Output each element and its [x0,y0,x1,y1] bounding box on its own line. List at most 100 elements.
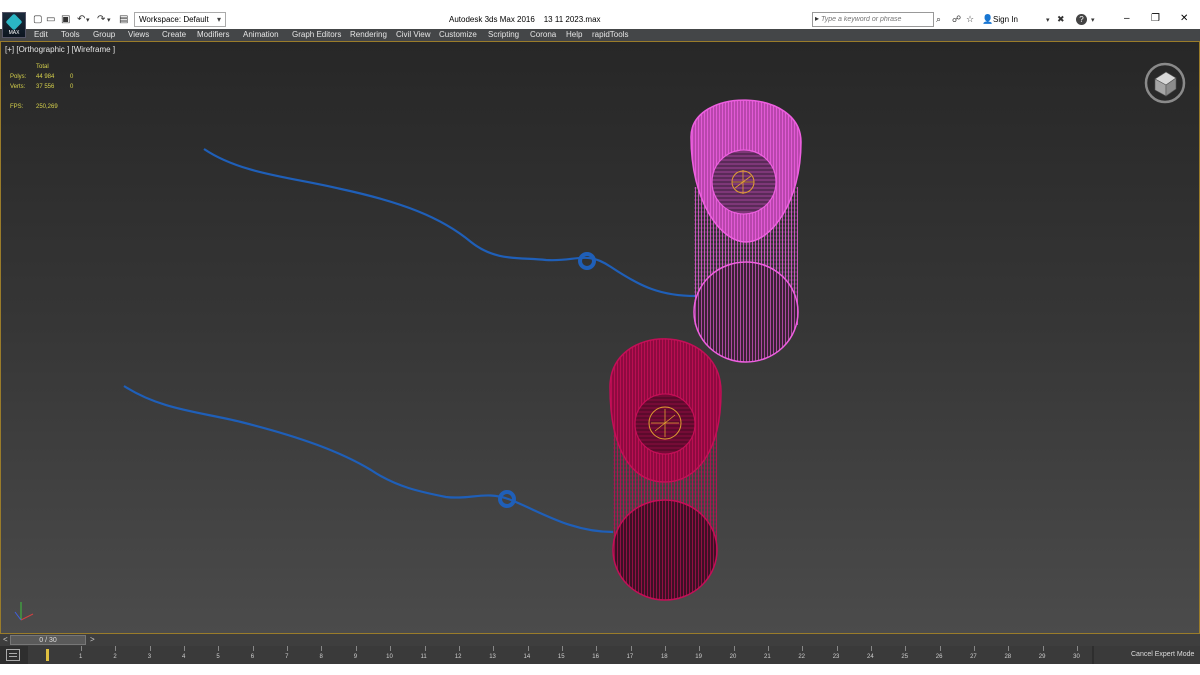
close-icon[interactable]: ✕ [1180,13,1188,24]
chevron-down-icon: ▾ [216,15,221,24]
search-input[interactable] [821,14,931,25]
project-folder-icon[interactable]: ▤ [119,14,128,25]
track-tick-mark [802,646,804,651]
binoculars-icon[interactable]: ⌕ [936,14,941,25]
open-file-icon[interactable]: ▭ [46,14,55,25]
menu-rendering[interactable]: Rendering [350,30,387,39]
track-tick-label: 9 [353,654,358,660]
track-tick-label: 29 [1038,654,1046,660]
window-title: Autodesk 3ds Max 2016 13 11 2023.max [449,15,601,24]
menu-help[interactable]: Help [566,30,582,39]
track-tick-mark [424,646,426,651]
wireframe-object-magenta[interactable] [690,99,802,363]
cancel-expert-mode-button[interactable]: Cancel Expert Mode [1094,646,1200,664]
track-tick-mark [390,646,392,651]
spline-upper-vertex[interactable] [578,252,596,270]
track-tick-mark [871,646,873,651]
wireframe-object-crimson[interactable] [609,338,722,601]
track-tick-mark [149,646,151,651]
track-tick-label: 3 [147,654,152,660]
redo-dropdown-icon[interactable]: ▾ [107,16,111,24]
track-tick-label: 2 [113,654,117,660]
orthographic-viewport[interactable]: [+] [Orthographic ] [Wireframe ] Total P… [0,41,1200,634]
sign-in-dropdown-icon[interactable]: ▾ [1046,16,1050,24]
minimize-icon[interactable]: – [1124,13,1130,24]
menu-tools[interactable]: Tools [61,30,80,39]
stats-fps-label: FPS: [10,104,24,110]
application-menu-button[interactable]: MAX [2,12,26,38]
menu-scripting[interactable]: Scripting [488,30,519,39]
exchange-apps-icon[interactable]: ✖ [1057,14,1065,25]
menu-create[interactable]: Create [162,30,186,39]
undo-dropdown-icon[interactable]: ▾ [86,16,90,24]
stats-verts-value: 37 556 [36,84,55,90]
viewport-scene[interactable] [1,42,1199,633]
time-slider-thumb[interactable]: 0 / 30 [10,635,86,645]
spline-lower[interactable] [123,385,614,534]
stats-verts-selected: 0 [70,84,74,90]
search-expand-icon[interactable]: ▸ [815,14,819,23]
save-file-icon[interactable]: ▣ [61,14,70,25]
track-tick-mark [974,646,976,651]
menu-civil-view[interactable]: Civil View [396,30,431,39]
track-tick-mark [699,646,701,651]
track-tick-mark [733,646,735,651]
time-slider[interactable]: < 0 / 30 > [0,634,1200,646]
track-tick-mark [321,646,323,651]
world-axis-tripod-icon [14,602,34,621]
viewport-label-menu[interactable]: [+] [Orthographic ] [Wireframe ] [5,45,115,54]
track-tick-mark [768,646,769,651]
new-scene-icon[interactable]: ▢ [33,14,42,25]
menu-edit[interactable]: Edit [34,30,48,39]
track-tick-label: 13 [489,654,496,660]
track-tick-label: 1 [79,654,83,660]
menu-modifiers[interactable]: Modifiers [197,30,229,39]
stats-verts-label: Verts: [10,84,26,90]
menu-corona[interactable]: Corona [530,30,556,39]
help-icon[interactable]: ? [1076,14,1087,25]
workspace-dropdown[interactable]: Workspace: Default ▾ [134,12,226,27]
track-tick-mark [1008,646,1010,651]
subscription-icon[interactable]: ☍ [952,14,961,25]
menu-group[interactable]: Group [93,30,115,39]
time-slider-prev[interactable]: < [3,635,8,644]
menu-animation[interactable]: Animation [243,30,279,39]
redo-icon[interactable]: ↷ [97,14,105,25]
track-tick-label: 7 [285,654,289,660]
track-tick-label: 12 [454,654,462,660]
pivot-gizmo-magenta [731,170,755,194]
track-tick-mark [630,646,632,651]
undo-icon[interactable]: ↶ [77,14,85,25]
menu-rapidtools[interactable]: rapidTools [592,30,628,39]
track-tick-mark [184,646,186,651]
track-tick-label: 15 [557,654,565,660]
sign-in-link[interactable]: Sign In [993,15,1018,24]
menu-customize[interactable]: Customize [439,30,477,39]
mini-curve-editor-icon[interactable] [6,649,20,661]
menu-graph-editors[interactable]: Graph Editors [292,30,341,39]
favorites-star-icon[interactable]: ☆ [966,14,974,25]
title-bar: MAX ▢ ▭ ▣ ↶ ▾ ↷ ▾ ▤ Workspace: Default ▾… [0,0,1200,38]
track-tick-mark [527,646,529,651]
infocenter-search[interactable]: ▸ [812,12,934,27]
spline-upper[interactable] [203,148,697,298]
track-tick-label: 6 [250,654,255,660]
user-icon[interactable]: 👤 [982,14,993,25]
viewcube-icon[interactable] [1144,62,1186,104]
help-dropdown-icon[interactable]: ▾ [1091,16,1095,24]
track-tick-mark [81,646,82,651]
track-tick-label: 21 [764,654,771,660]
restore-icon[interactable]: ❐ [1151,13,1160,24]
track-bar: 1 2 3 4 5 6 7 8 9 10 11 12 13 14 15 16 17 18 19 20 21 22 23 24 2… [0,646,1200,664]
current-frame-marker[interactable] [46,649,49,661]
track-tick-label: 25 [901,654,909,660]
app-name: Autodesk 3ds Max 2016 [449,15,535,24]
time-slider-next[interactable]: > [90,635,95,644]
menu-views[interactable]: Views [128,30,149,39]
track-tick-mark [287,646,289,651]
track-tick-mark [218,646,220,651]
track-tick-label: 30 [1073,654,1080,660]
bottom-strip [0,664,1200,675]
file-name: 13 11 2023.max [543,15,601,24]
track-tick-mark [836,646,838,651]
